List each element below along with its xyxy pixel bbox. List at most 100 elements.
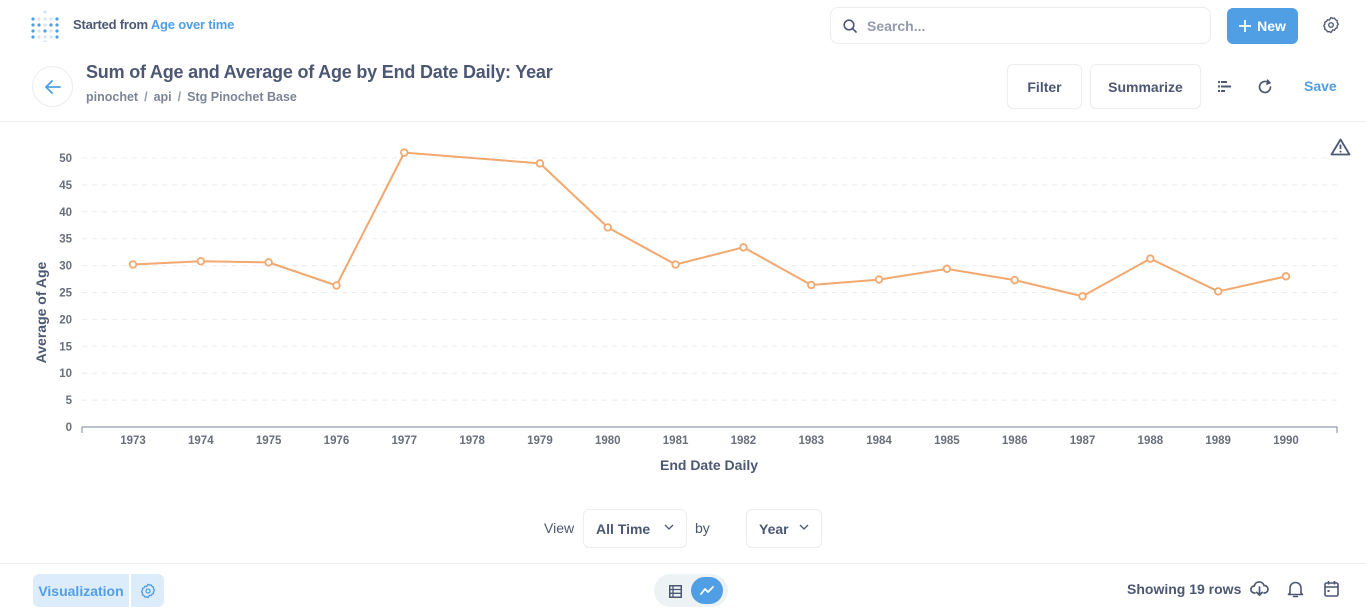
data-point[interactable] xyxy=(535,159,545,168)
top-navigation-bar: Started from Age over time New xyxy=(0,0,1366,52)
visualization-button[interactable]: Visualization xyxy=(33,574,129,607)
started-from-text: Started from Age over time xyxy=(73,17,234,32)
y-tick-label: 45 xyxy=(59,180,72,192)
search-box[interactable] xyxy=(830,7,1211,44)
x-axis-title: End Date Daily xyxy=(660,457,758,473)
time-unit-select[interactable]: Year xyxy=(746,509,822,548)
search-icon xyxy=(843,19,857,33)
x-tick-label: 1990 xyxy=(1273,435,1299,447)
breadcrumb-table[interactable]: Stg Pinochet Base xyxy=(187,90,297,104)
breadcrumb-schema[interactable]: api xyxy=(154,90,172,104)
new-button[interactable]: New xyxy=(1227,8,1298,44)
bell-icon[interactable] xyxy=(1287,580,1304,598)
time-granularity-bar: View All Time by Year xyxy=(0,509,1366,549)
view-footer: Visualization Showing 19 rows xyxy=(0,563,1366,615)
y-tick-label: 30 xyxy=(59,261,72,273)
x-tick-label: 1976 xyxy=(324,435,350,447)
x-tick-label: 1980 xyxy=(595,435,621,447)
data-point[interactable] xyxy=(942,264,952,274)
data-point[interactable] xyxy=(874,275,884,284)
refresh-icon[interactable] xyxy=(1257,79,1273,95)
y-tick-label: 35 xyxy=(59,234,72,246)
breadcrumb-database[interactable]: pinochet xyxy=(86,90,138,104)
x-tick-label: 1981 xyxy=(663,435,689,447)
data-point[interactable] xyxy=(1213,287,1223,296)
download-icon[interactable] xyxy=(1250,580,1269,597)
search-input[interactable] xyxy=(867,16,1197,36)
metabase-logo-icon[interactable] xyxy=(31,10,59,42)
y-tick-label: 5 xyxy=(66,395,73,407)
question-header: Sum of Age and Average of Age by End Dat… xyxy=(0,52,1366,122)
data-point[interactable] xyxy=(264,258,273,267)
x-tick-label: 1973 xyxy=(120,435,146,447)
x-tick-label: 1974 xyxy=(188,435,214,447)
y-tick-label: 0 xyxy=(66,422,72,434)
x-tick-label: 1988 xyxy=(1138,435,1164,447)
series-line xyxy=(132,151,1287,298)
line-chart-icon xyxy=(700,586,714,595)
plus-icon xyxy=(1239,20,1252,32)
x-tick-label: 1975 xyxy=(256,435,282,447)
x-tick-label: 1989 xyxy=(1205,435,1231,447)
visualization-settings-button[interactable] xyxy=(131,574,164,607)
source-question-link[interactable]: Age over time xyxy=(151,17,235,32)
y-tick-label: 50 xyxy=(59,153,72,165)
data-point[interactable] xyxy=(196,257,206,266)
chevron-down-icon xyxy=(664,524,674,530)
calendar-icon[interactable] xyxy=(1324,580,1339,597)
row-count: Showing 19 rows xyxy=(1127,581,1242,597)
time-unit-value: Year xyxy=(759,520,789,537)
data-point[interactable] xyxy=(400,148,409,157)
notebook-editor-icon[interactable] xyxy=(1218,81,1231,92)
y-axis-title: Average of Age xyxy=(33,261,49,363)
data-point[interactable] xyxy=(332,281,341,290)
started-from-prefix: Started from xyxy=(73,17,148,32)
view-label: View xyxy=(544,520,575,536)
data-point[interactable] xyxy=(739,243,748,252)
data-point[interactable] xyxy=(603,223,612,232)
chart-area: 0 5 10 15 20 25 30 35 40 45 50 1973 1974 1975 1976 1977… xyxy=(0,123,1366,563)
breadcrumb: pinochet / api / Stg Pinochet Base xyxy=(86,90,297,104)
y-tick-label: 40 xyxy=(59,207,72,219)
x-tick-label: 1979 xyxy=(527,435,553,447)
back-button[interactable] xyxy=(32,66,73,107)
warning-icon[interactable] xyxy=(1330,138,1351,156)
x-tick-label: 1978 xyxy=(459,435,485,447)
x-axis-line xyxy=(81,426,1338,433)
gear-icon[interactable] xyxy=(1322,16,1340,34)
page-title: Sum of Age and Average of Age by End Dat… xyxy=(86,62,553,82)
data-point[interactable] xyxy=(1010,275,1019,285)
table-view-toggle[interactable] xyxy=(664,580,686,602)
filter-button[interactable]: Filter xyxy=(1007,64,1082,109)
summarize-button[interactable]: Summarize xyxy=(1090,64,1201,109)
x-tick-label: 1984 xyxy=(866,435,892,447)
data-point[interactable] xyxy=(1078,292,1087,301)
display-toggle xyxy=(654,574,728,607)
x-tick-label: 1977 xyxy=(391,435,417,447)
y-tick-label: 25 xyxy=(59,288,72,300)
data-point[interactable] xyxy=(671,260,680,269)
new-button-label: New xyxy=(1257,18,1286,34)
x-tick-label: 1985 xyxy=(934,435,960,447)
save-button[interactable]: Save xyxy=(1304,78,1337,94)
x-tick-label: 1982 xyxy=(731,435,757,447)
date-range-select[interactable]: All Time xyxy=(583,509,687,548)
data-point[interactable] xyxy=(128,260,138,269)
date-range-value: All Time xyxy=(596,520,651,537)
chart-view-toggle[interactable] xyxy=(691,577,723,604)
data-point[interactable] xyxy=(807,280,816,290)
data-point[interactable] xyxy=(1281,272,1291,281)
chevron-down-icon xyxy=(799,524,809,530)
x-tick-label: 1983 xyxy=(798,435,824,447)
x-tick-label: 1986 xyxy=(1002,435,1028,447)
line-chart: 0 5 10 15 20 25 30 35 40 45 50 1973 1974 1975 1976 1977… xyxy=(33,148,1338,473)
y-tick-label: 15 xyxy=(59,341,72,353)
by-label: by xyxy=(695,520,710,536)
x-tick-label: 1987 xyxy=(1070,435,1096,447)
arrow-left-icon xyxy=(44,79,61,94)
table-icon xyxy=(668,584,682,598)
gear-icon xyxy=(140,583,155,598)
y-tick-label: 20 xyxy=(59,314,72,326)
data-point[interactable] xyxy=(1146,254,1155,263)
y-tick-label: 10 xyxy=(59,368,72,380)
